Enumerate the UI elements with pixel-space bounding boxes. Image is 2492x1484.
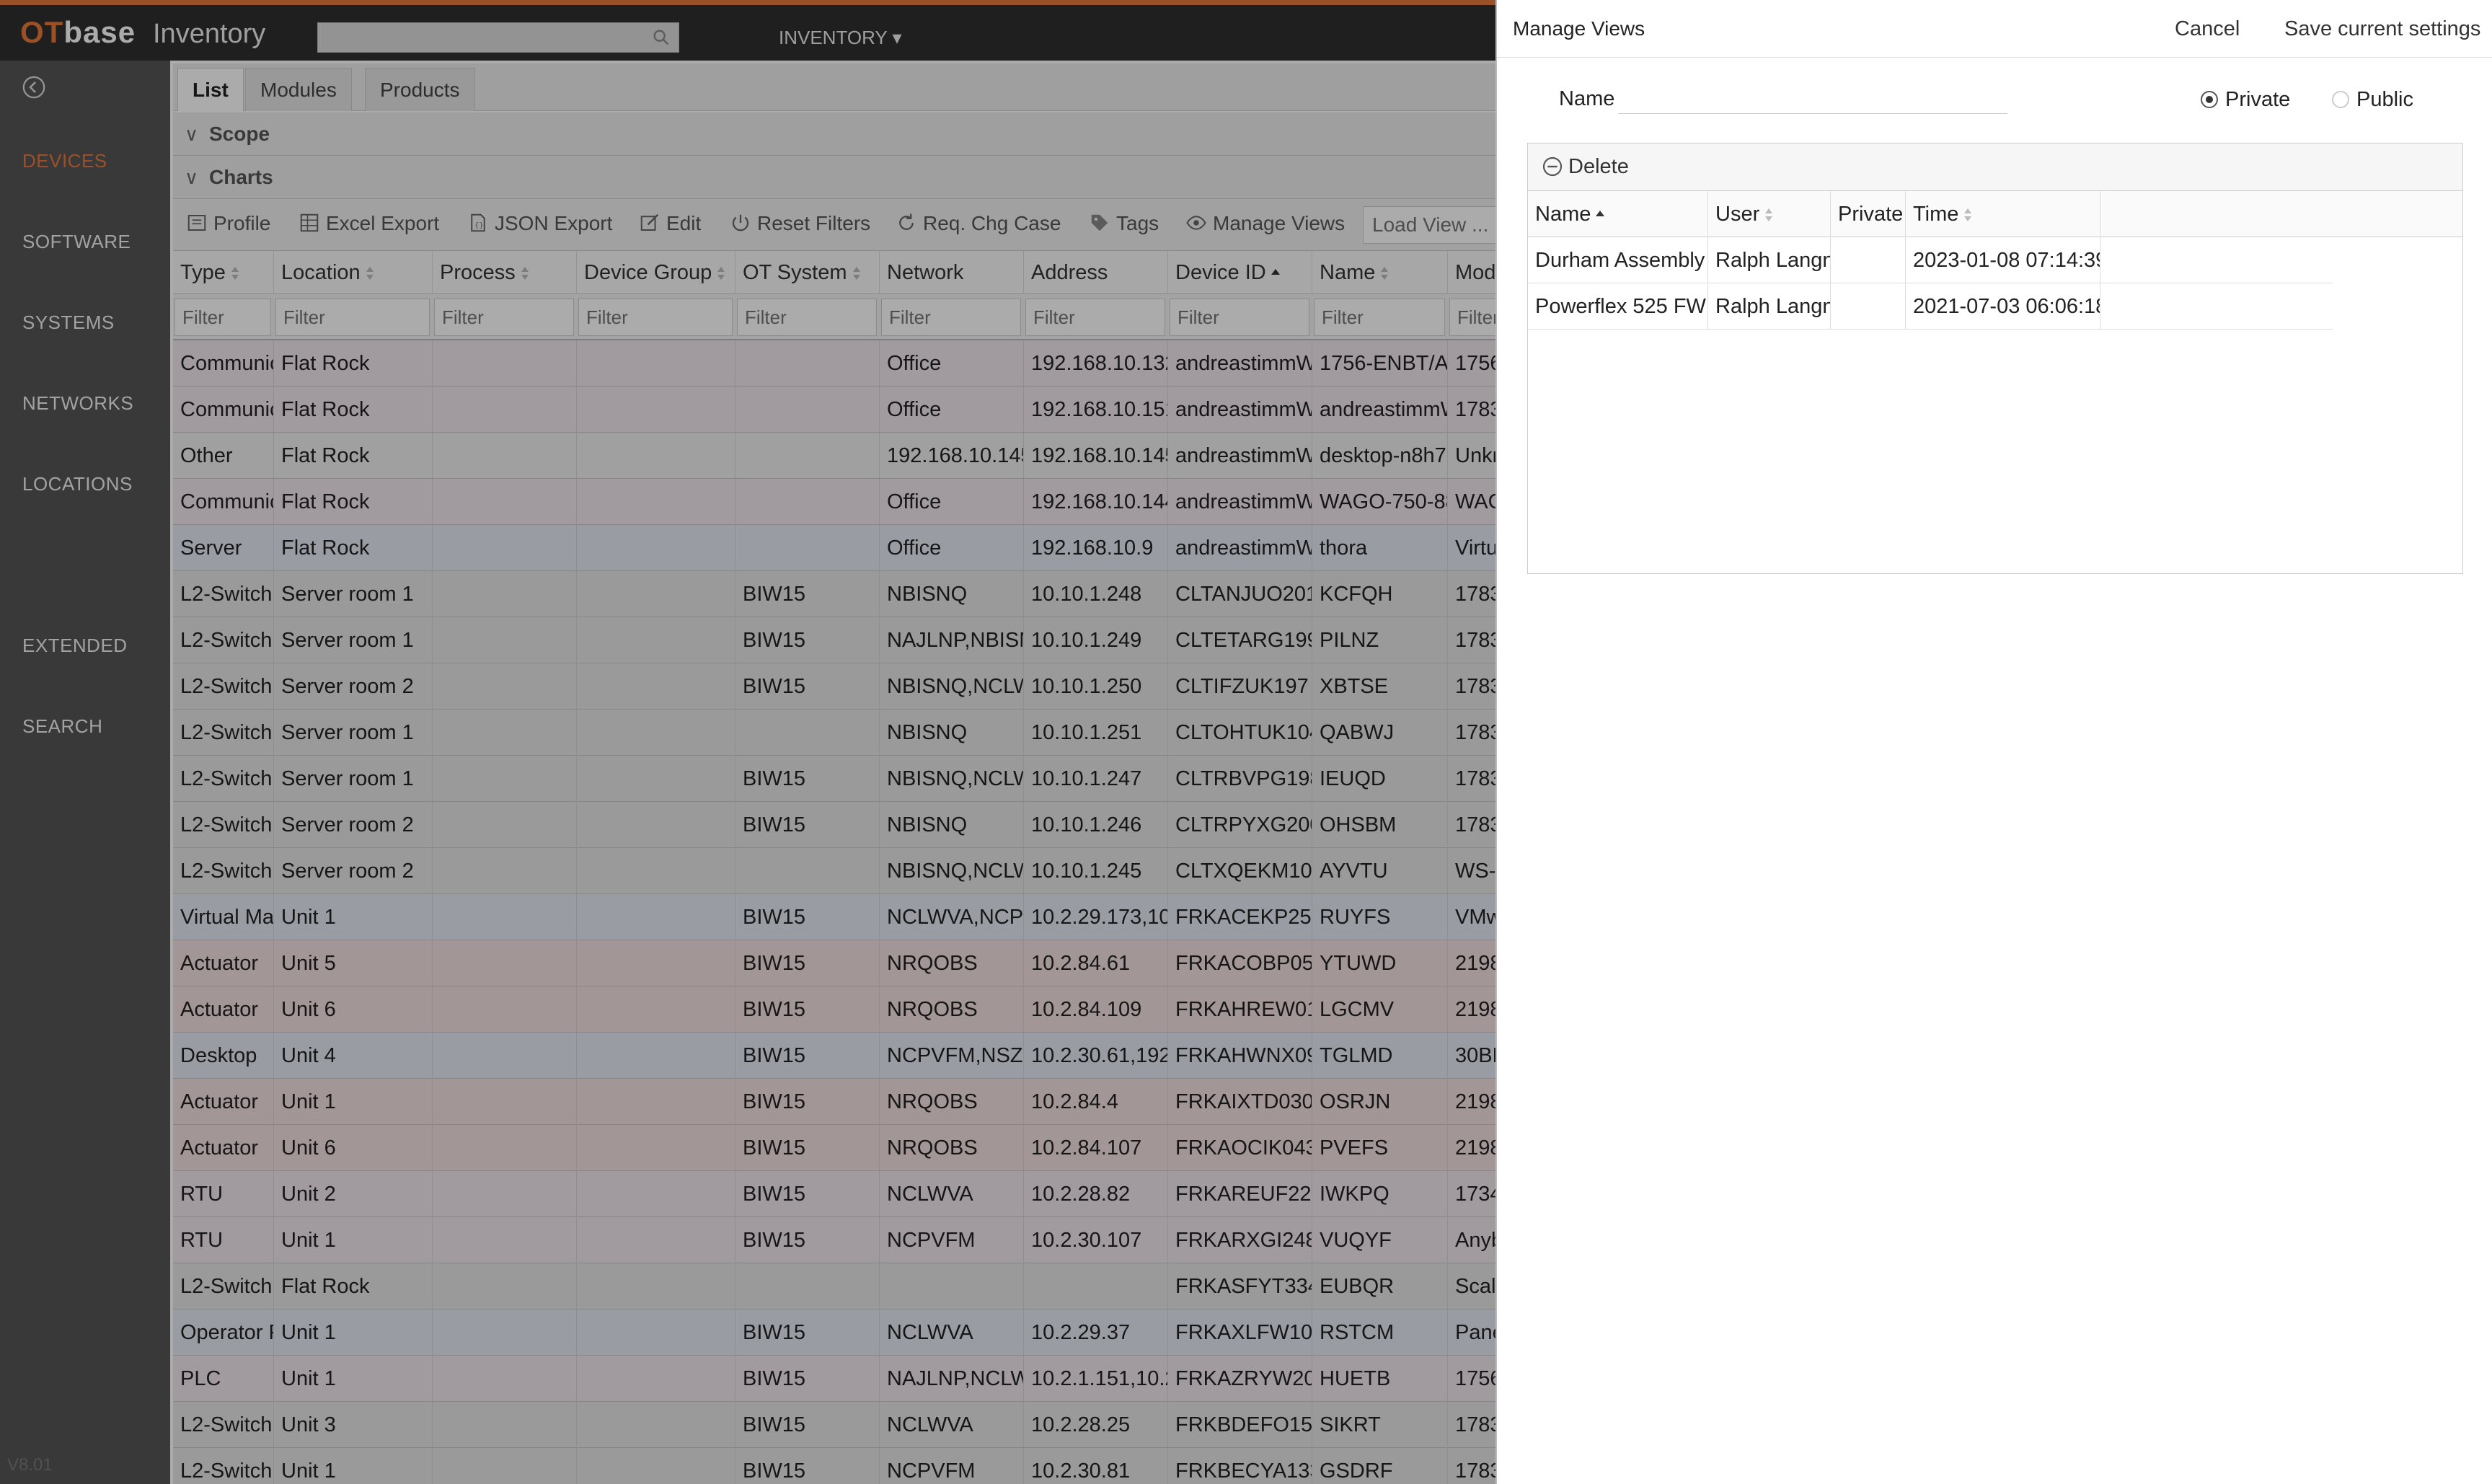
inventory-app: OTbase Inventory INVENTORY ▾ DEVICES SOF…	[0, 0, 1495, 1484]
sort-icon[interactable]	[1764, 207, 1774, 223]
view-name-input[interactable]	[1618, 85, 2007, 114]
saved-view-row[interactable]: Powerflex 525 FW 4Ralph Langner 2021-07-0…	[1528, 283, 2333, 330]
views-column-label: Private	[1838, 203, 1904, 226]
views-column-header[interactable]: User	[1708, 191, 1831, 237]
cancel-button[interactable]: Cancel	[2175, 17, 2240, 41]
saved-view-name: Powerflex 525 FW 4	[1528, 283, 1708, 330]
panel-header: Manage Views Cancel Save current setting…	[1497, 0, 2492, 58]
views-column-label: Name	[1535, 203, 1591, 226]
minus-circle-icon	[1542, 156, 1563, 177]
saved-view-time: 2023-01-08 07:14:39	[1906, 237, 2100, 283]
saved-view-private	[1831, 237, 1906, 283]
public-radio[interactable]: Public	[2332, 88, 2413, 112]
saved-view-private	[1831, 283, 1906, 330]
sort-icon[interactable]	[1963, 207, 1973, 223]
private-radio[interactable]: Private	[2201, 88, 2290, 112]
name-label: Name	[1559, 87, 1615, 110]
private-radio-label: Private	[2225, 88, 2291, 111]
radio-selected-icon	[2201, 91, 2218, 108]
views-header: Name User Private Time	[1528, 191, 2462, 237]
manage-views-panel: Manage Views Cancel Save current setting…	[1495, 0, 2492, 1484]
delete-label: Delete	[1568, 155, 1629, 178]
public-radio-label: Public	[2356, 88, 2413, 111]
views-column-label: Time	[1913, 203, 1959, 226]
saved-view-time: 2021-07-03 06:06:18	[1906, 283, 2100, 330]
saved-view-user: Ralph Langner	[1708, 237, 1831, 283]
delete-button[interactable]: Delete	[1541, 155, 1629, 179]
views-column-label: User	[1715, 203, 1760, 226]
saved-view-user: Ralph Langner	[1708, 283, 1831, 330]
views-column-header[interactable]: Time	[1906, 191, 2100, 237]
sort-ascending-icon[interactable]	[1595, 207, 1605, 223]
panel-title: Manage Views	[1513, 17, 1645, 40]
saved-view-row[interactable]: Durham Assembly 5Ralph Langner 2023-01-08…	[1528, 237, 2333, 283]
save-current-settings-button[interactable]: Save current settings	[2284, 17, 2480, 41]
saved-view-name: Durham Assembly 5	[1528, 237, 1708, 283]
views-column-header[interactable]: Private	[1831, 191, 1906, 237]
views-toolbar: Delete	[1528, 143, 2462, 191]
views-table: Delete Name User Private Time Durham Assemb…	[1527, 143, 2463, 574]
modal-overlay	[0, 0, 1495, 1484]
views-column-header[interactable]: Name	[1528, 191, 1708, 237]
radio-unselected-icon	[2332, 91, 2349, 108]
